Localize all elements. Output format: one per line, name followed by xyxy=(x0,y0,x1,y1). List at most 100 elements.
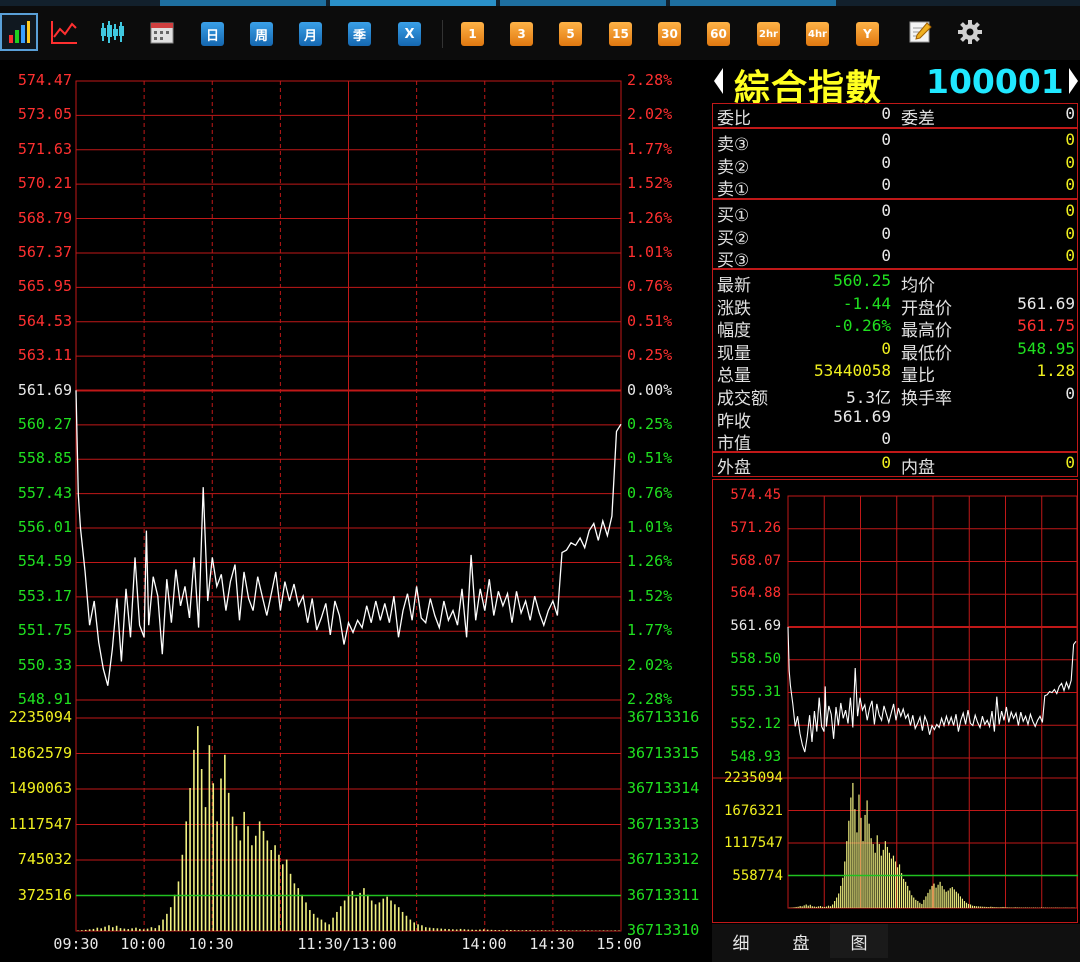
hour-4-button[interactable]: 4hr xyxy=(806,22,829,46)
last-price-label: 最新 xyxy=(717,276,751,296)
change-pct-label: 幅度 xyxy=(717,321,751,342)
minute-5-button[interactable]: 5 xyxy=(559,22,582,46)
low-price-value: 548.95 xyxy=(1017,338,1075,358)
change-value: -1.44 xyxy=(842,293,891,313)
minute-15-button[interactable]: 15 xyxy=(609,22,632,46)
total-volume-label: 总量 xyxy=(717,366,751,387)
pct-tick-label: 2.28% xyxy=(627,690,673,708)
quote-row: 市值 0 xyxy=(713,429,1077,454)
buy-row[interactable]: 买① 0 0 xyxy=(713,201,1077,226)
mini-price-tick-label: 568.07 xyxy=(730,552,781,569)
pct-tick-label: 1.01% xyxy=(627,518,673,537)
time-axis-label: 10:30 xyxy=(188,935,234,953)
minute-1-button[interactable]: 1 xyxy=(461,22,484,46)
sell-1-price: 0 xyxy=(881,175,891,195)
buy-row[interactable]: 买③ 0 0 xyxy=(713,246,1077,271)
high-price-label: 最高价 xyxy=(901,321,952,342)
volume-right-tick-label: 36713315 xyxy=(627,743,700,762)
mini-volume-tick-label: 558774 xyxy=(732,867,783,884)
outer-volume-label: 外盘 xyxy=(717,458,751,478)
buy-2-price: 0 xyxy=(881,223,891,243)
volume-right-tick-label: 36713313 xyxy=(627,814,700,833)
line-chart-icon[interactable] xyxy=(49,17,79,47)
tab-chart[interactable]: 图 xyxy=(830,924,888,958)
price-tick-label: 558.85 xyxy=(17,449,72,468)
inner-volume-label: 内盘 xyxy=(901,458,935,478)
quarter-period-button[interactable]: 季 xyxy=(348,22,371,46)
week-period-button[interactable]: 周 xyxy=(250,22,273,46)
price-tick-label: 563.11 xyxy=(17,346,72,365)
turnover-label: 成交额 xyxy=(717,388,768,409)
buy-2-volume: 0 xyxy=(1065,223,1075,243)
prev-stock-arrow-icon[interactable] xyxy=(712,66,724,100)
intraday-chart-area[interactable]: 574.47 2.28% 573.05 2.02% 571.63 1.77% 570.21 1… xyxy=(0,60,712,962)
notepad-icon[interactable] xyxy=(905,17,935,47)
volume-right-tick-label: 36713316 xyxy=(627,708,700,726)
top-tab-segment-active[interactable] xyxy=(330,0,496,6)
year-button[interactable]: Y xyxy=(856,22,879,46)
minute-60-button[interactable]: 60 xyxy=(707,22,730,46)
mini-volume-tick-label: 1676321 xyxy=(723,802,783,819)
pct-tick-label: 0.51% xyxy=(627,449,673,468)
buy-row[interactable]: 买② 0 0 xyxy=(713,223,1077,249)
bar-chart-icon[interactable] xyxy=(0,13,38,51)
top-tab-segment[interactable] xyxy=(500,0,666,6)
order-ratio-label: 委比 xyxy=(717,109,751,129)
hour-2-button[interactable]: 2hr xyxy=(757,22,780,46)
order-ratio-row: 委比 0 委差 0 xyxy=(713,104,1077,129)
tab-detail[interactable]: 细 xyxy=(712,924,770,958)
mini-chart-box[interactable]: 574.45 571.26 568.07 564.88 561.69 558.50 555.… xyxy=(712,479,1078,923)
minute-3-button[interactable]: 3 xyxy=(510,22,533,46)
candlestick-icon[interactable] xyxy=(98,17,128,47)
volume-right-tick-label: 36713311 xyxy=(627,885,700,904)
pct-tick-label: 1.52% xyxy=(627,586,673,605)
volume-left-tick-label: 1117547 xyxy=(8,814,72,833)
gear-icon[interactable] xyxy=(955,17,985,47)
current-volume-label: 现量 xyxy=(717,343,751,364)
price-tick-label: 570.21 xyxy=(17,174,72,193)
pct-tick-label: 1.52% xyxy=(627,174,673,193)
tab-order-book[interactable]: 盘 xyxy=(772,924,830,958)
minute-30-button[interactable]: 30 xyxy=(658,22,681,46)
mini-price-tick-label: 558.50 xyxy=(730,650,781,667)
buy-3-volume: 0 xyxy=(1065,246,1075,266)
custom-period-button[interactable]: X xyxy=(398,22,421,46)
quote-row: 总量 53440058 量比 1.28 xyxy=(713,361,1077,387)
top-tab-segment[interactable] xyxy=(670,0,836,6)
volume-left-tick-label: 745032 xyxy=(17,850,72,868)
mini-price-tick-label: 571.26 xyxy=(730,519,781,536)
next-stock-arrow-icon[interactable] xyxy=(1068,66,1080,100)
mini-volume-tick-label: 1117547 xyxy=(723,835,783,851)
pct-tick-label: 0.25% xyxy=(627,346,673,365)
mini-price-tick-label: 552.12 xyxy=(730,716,781,733)
outer-inner-row: 外盘 0 内盘 0 xyxy=(713,453,1077,478)
sell-3-price: 0 xyxy=(881,130,891,149)
price-tick-label: 556.01 xyxy=(17,518,72,537)
sell-row[interactable]: 卖① 0 0 xyxy=(713,175,1077,200)
calendar-icon[interactable] xyxy=(147,17,177,47)
intraday-chart-svg[interactable] xyxy=(0,60,712,962)
sell-row[interactable]: 卖② 0 0 xyxy=(713,153,1077,178)
mini-price-tick-label: 555.31 xyxy=(730,683,781,700)
quote-row: 昨收 561.69 xyxy=(713,407,1077,432)
mini-price-line xyxy=(787,626,1077,753)
order-diff-label: 委差 xyxy=(901,109,935,129)
low-price-label: 最低价 xyxy=(901,343,952,364)
volume-left-tick-label: 2235094 xyxy=(8,708,72,726)
stock-code: 100001 xyxy=(926,62,1064,101)
price-tick-label: 565.95 xyxy=(17,277,72,296)
top-tab-segment[interactable] xyxy=(160,0,326,6)
price-tick-label: 554.59 xyxy=(17,552,72,571)
sell-row[interactable]: 卖③ 0 0 xyxy=(713,130,1077,155)
order-ratio-box: 委比 0 委差 0 xyxy=(712,103,1078,129)
turnover-rate-value: 0 xyxy=(1065,383,1075,403)
volume-left-tick-label: 1490063 xyxy=(8,779,72,797)
toolbar-separator xyxy=(442,20,443,48)
month-period-button[interactable]: 月 xyxy=(299,22,322,46)
market-cap-value: 0 xyxy=(881,429,891,449)
mini-chart-svg[interactable] xyxy=(712,479,1078,923)
day-period-button[interactable]: 日 xyxy=(201,22,224,46)
price-tick-label: 571.63 xyxy=(17,139,72,158)
open-price-value: 561.69 xyxy=(1017,293,1075,313)
pct-tick-label: 1.77% xyxy=(627,139,673,158)
